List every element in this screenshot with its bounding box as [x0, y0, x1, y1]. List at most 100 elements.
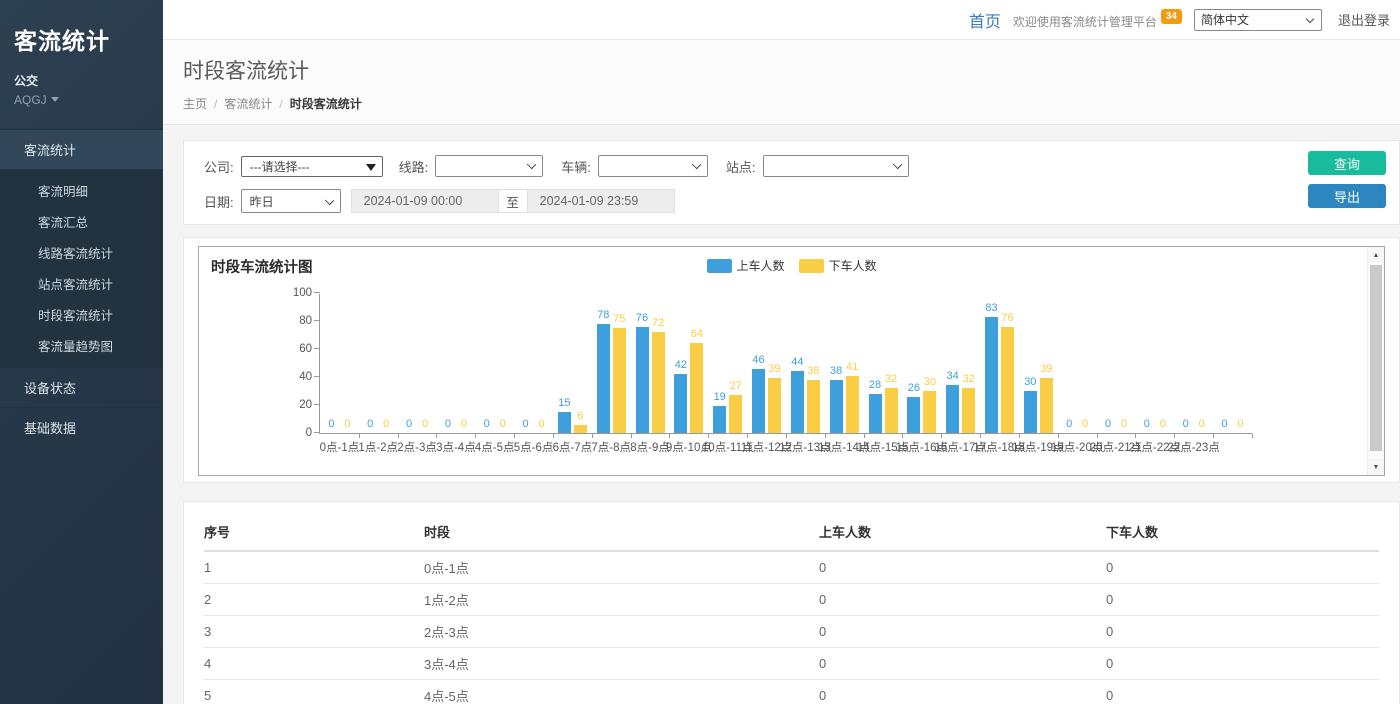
- legend-item-0[interactable]: 上车人数: [706, 257, 784, 274]
- company-select[interactable]: ---请选择---: [241, 156, 383, 177]
- bar-slot: 27: [729, 294, 742, 433]
- bar-slot: 0: [1156, 294, 1169, 433]
- bar-value-label: 75: [613, 313, 625, 325]
- table-cell: 2点-3点: [424, 616, 819, 648]
- table-body: 10点-1点0021点-2点0032点-3点0043点-4点0054点-5点00…: [204, 551, 1379, 704]
- bar-下车人数-6: [574, 425, 587, 433]
- breadcrumb-item-1[interactable]: 客流统计: [224, 97, 272, 111]
- page-title: 时段客流统计: [183, 55, 1400, 85]
- scroll-up-arrow-icon[interactable]: ▲: [1368, 247, 1384, 263]
- sidebar-subitem-5[interactable]: 时段客流统计: [0, 299, 163, 330]
- org-code-dropdown[interactable]: AQGJ: [14, 93, 149, 107]
- bar-slot: 0: [1079, 294, 1092, 433]
- bar-value-label: 0: [1082, 418, 1088, 430]
- welcome-text: 欢迎使用客流统计管理平台34: [1013, 9, 1182, 30]
- vehicle-select[interactable]: [598, 155, 708, 177]
- bar-value-label: 0: [1105, 418, 1111, 430]
- bar-value-label: 0: [500, 418, 506, 430]
- date-preset-select[interactable]: 昨日: [241, 189, 341, 213]
- logout-link[interactable]: 退出登录: [1338, 10, 1390, 29]
- scrollbar-thumb[interactable]: [1370, 265, 1382, 451]
- chart-category-21: 0021点-22点: [1135, 294, 1174, 433]
- station-select[interactable]: [763, 155, 909, 177]
- table-cell: 0: [1106, 584, 1379, 616]
- table-cell: 4: [204, 648, 424, 680]
- bar-slot: 0: [1195, 294, 1208, 433]
- line-select[interactable]: [435, 155, 543, 177]
- chevron-down-icon: [892, 160, 901, 169]
- bar-上车人数-16: [946, 385, 959, 433]
- table-row: 21点-2点00: [204, 584, 1379, 616]
- home-link[interactable]: 首页: [969, 8, 1001, 32]
- sidebar-subitem-6[interactable]: 客流量趋势图: [0, 330, 163, 361]
- y-axis-tick-label: 40: [299, 371, 312, 383]
- sidebar-menu: 客流统计客流明细客流汇总线路客流统计站点客流统计时段客流统计客流量趋势图设备状态…: [0, 129, 163, 447]
- chart-category-22: 0022点-23点: [1174, 294, 1213, 433]
- bar-value-label: 27: [730, 380, 742, 392]
- bar-下车人数-11: [768, 378, 781, 433]
- app-window: 客流统计 公交 AQGJ 客流统计客流明细客流汇总线路客流统计站点客流统计时段客…: [0, 0, 1400, 704]
- sidebar-subitem-1[interactable]: 客流明细: [0, 175, 163, 206]
- bar-value-label: 32: [963, 373, 975, 385]
- bar-下车人数-15: [923, 391, 936, 433]
- bar-value-label: 76: [636, 312, 648, 324]
- bar-slot: 0: [519, 294, 532, 433]
- bar-slot: 0: [325, 294, 338, 433]
- breadcrumb-separator: /: [279, 97, 282, 111]
- bar-value-label: 39: [768, 363, 780, 375]
- legend-item-1[interactable]: 下车人数: [799, 257, 877, 274]
- bar-slot: 32: [885, 294, 898, 433]
- chevron-down-icon: [51, 97, 59, 102]
- bar-上车人数-12: [791, 371, 804, 433]
- sidebar-subitem-4[interactable]: 站点客流统计: [0, 268, 163, 299]
- table-cell: 0: [1106, 680, 1379, 704]
- bar-上车人数-10: [713, 406, 726, 433]
- bar-slot: 0: [441, 294, 454, 433]
- table-cell: 0点-1点: [424, 551, 819, 584]
- sidebar-item-8[interactable]: 基础数据: [0, 407, 163, 447]
- bar-slot: 30: [1024, 294, 1037, 433]
- sidebar-subitem-2[interactable]: 客流汇总: [0, 206, 163, 237]
- bar-slot: 0: [419, 294, 432, 433]
- bar-下车人数-12: [807, 380, 820, 433]
- table-header-2: 上车人数: [819, 512, 1106, 551]
- bar-上车人数-13: [830, 380, 843, 433]
- bar-slot: 41: [846, 294, 859, 433]
- y-axis-tick-label: 0: [306, 427, 312, 439]
- language-select[interactable]: 简体中文: [1194, 9, 1322, 31]
- chart-plot-area: 020406080100000点-1点001点-2点002点-3点003点-4点…: [319, 294, 1252, 434]
- bar-slot: 19: [713, 294, 726, 433]
- bar-value-label: 41: [846, 361, 858, 373]
- bar-value-label: 15: [558, 397, 570, 409]
- bar-上车人数-6: [558, 412, 571, 433]
- bar-slot: 15: [558, 294, 571, 433]
- end-datetime-input[interactable]: 2024-01-09 23:59: [527, 189, 675, 213]
- hourly-traffic-chart: 时段车流统计图 上车人数下车人数 020406080100000点-1点001点…: [198, 246, 1385, 476]
- breadcrumb-item-0[interactable]: 主页: [183, 97, 207, 111]
- y-axis-tick-label: 60: [299, 343, 312, 355]
- sidebar-item-7[interactable]: 设备状态: [0, 367, 163, 407]
- bar-slot: 26: [907, 294, 920, 433]
- bar-value-label: 0: [445, 418, 451, 430]
- sidebar-item-0[interactable]: 客流统计: [0, 129, 163, 169]
- bar-slot: 0: [480, 294, 493, 433]
- export-button[interactable]: 导出: [1308, 184, 1386, 208]
- bar-slot: 42: [674, 294, 687, 433]
- query-button[interactable]: 查询: [1308, 151, 1386, 175]
- sidebar-subitem-3[interactable]: 线路客流统计: [0, 237, 163, 268]
- bar-slot: 0: [341, 294, 354, 433]
- bar-slot: 0: [1101, 294, 1114, 433]
- chart-category-4: 004点-5点: [475, 294, 514, 433]
- start-datetime-input[interactable]: 2024-01-09 00:00: [351, 189, 499, 213]
- bar-value-label: 28: [869, 379, 881, 391]
- bar-value-label: 0: [1199, 418, 1205, 430]
- x-axis-category-label: 8点-9点: [630, 439, 670, 455]
- bar-value-label: 0: [1183, 418, 1189, 430]
- bar-上车人数-8: [636, 327, 649, 433]
- chart-category-10: 192710点-11点: [708, 294, 747, 433]
- chart-category-1: 001点-2点: [359, 294, 398, 433]
- bar-value-label: 30: [924, 376, 936, 388]
- chart-scrollbar[interactable]: ▲ ▼: [1367, 247, 1384, 475]
- chart-category-8: 76728点-9点: [631, 294, 670, 433]
- scroll-down-arrow-icon[interactable]: ▼: [1368, 459, 1384, 475]
